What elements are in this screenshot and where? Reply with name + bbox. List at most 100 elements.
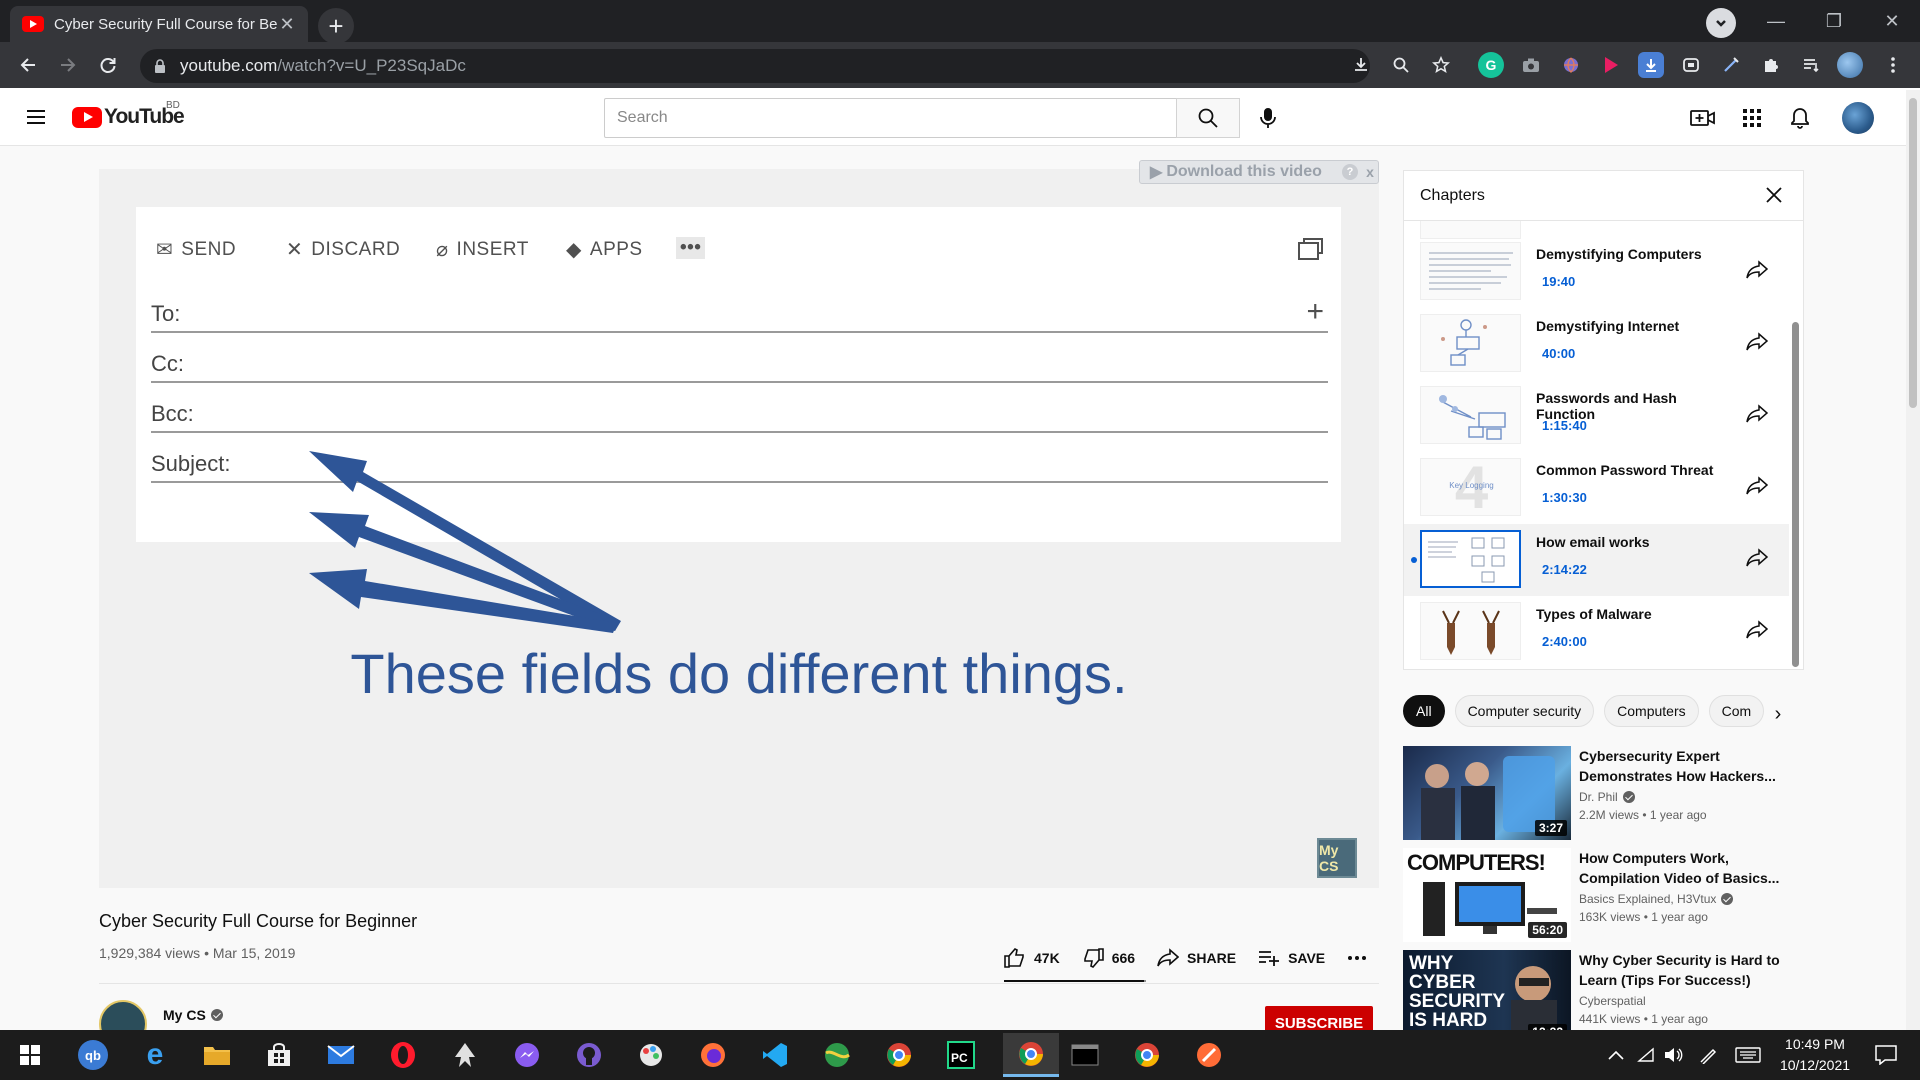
globe-extension-icon[interactable] <box>1558 52 1584 78</box>
recommendation-channel[interactable]: Dr. Phil <box>1579 790 1635 804</box>
chapter-item[interactable]: Types of Malware 2:40:00 <box>1404 596 1789 668</box>
search-button[interactable] <box>1176 98 1240 138</box>
chapter-time[interactable]: 2:40:00 <box>1542 634 1587 649</box>
account-avatar[interactable] <box>1842 102 1874 134</box>
share-chapter-icon[interactable] <box>1746 332 1768 352</box>
page-scrollbar-thumb[interactable] <box>1909 98 1917 408</box>
messenger-icon[interactable] <box>507 1037 547 1073</box>
chrome-ek-icon[interactable] <box>1127 1037 1167 1073</box>
share-chapter-icon[interactable] <box>1746 260 1768 280</box>
recommendation-title[interactable]: Cybersecurity Expert Demonstrates How Ha… <box>1579 746 1791 786</box>
chapter-time[interactable]: 2:14:22 <box>1542 562 1587 577</box>
save-button[interactable]: SAVE <box>1258 948 1325 968</box>
chip-computers[interactable]: Computers <box>1604 695 1699 727</box>
terminal-icon[interactable] <box>1065 1037 1105 1073</box>
paint-icon[interactable] <box>631 1037 671 1073</box>
voice-search-button[interactable] <box>1252 102 1284 134</box>
forward-arrow-icon[interactable] <box>48 45 88 85</box>
minimize-window-icon[interactable]: — <box>1752 6 1800 36</box>
restore-window-icon[interactable]: ❐ <box>1810 6 1858 36</box>
notifications-bell-icon[interactable] <box>1786 104 1814 132</box>
search-input[interactable] <box>604 98 1194 138</box>
back-arrow-icon[interactable] <box>8 45 48 85</box>
pen-tray-icon[interactable] <box>1688 1037 1728 1073</box>
github-icon[interactable] <box>569 1037 609 1073</box>
close-chapters-icon[interactable] <box>1765 186 1783 204</box>
recommendation-title[interactable]: How Computers Work, Compilation Video of… <box>1579 848 1791 888</box>
chrome-menu-icon[interactable] <box>1880 52 1906 78</box>
reload-icon[interactable] <box>88 45 128 85</box>
channel-watermark[interactable]: My CS <box>1317 838 1357 878</box>
download-extension-icon[interactable] <box>1638 52 1664 78</box>
notification-center-icon[interactable] <box>1866 1037 1906 1073</box>
play-extension-icon[interactable] <box>1598 52 1624 78</box>
postman-icon[interactable] <box>1189 1037 1229 1073</box>
more-actions-button[interactable] <box>1347 955 1375 961</box>
share-chapter-icon[interactable] <box>1746 620 1768 640</box>
recommendation-thumbnail[interactable]: 3:27 <box>1403 746 1571 840</box>
pycharm-icon[interactable]: PC <box>941 1037 981 1073</box>
page-scrollbar[interactable] <box>1906 90 1920 1030</box>
dislike-button[interactable]: 666 <box>1082 948 1135 968</box>
edge-browser-icon[interactable]: e <box>135 1037 175 1073</box>
hamburger-menu-icon[interactable] <box>24 105 48 129</box>
taskbar-clock[interactable]: 10:49 PM 10/12/2021 <box>1770 1034 1860 1076</box>
recommendation-channel[interactable]: Basics Explained, H3Vtux <box>1579 892 1734 906</box>
new-tab-button[interactable]: + <box>318 8 354 44</box>
chapter-item[interactable]: 4 Key Logging Common Password Threat 1:3… <box>1404 452 1789 524</box>
recommendation-item[interactable]: COMPUTERS! 56:20 How Computers Work, Com… <box>1403 848 1803 942</box>
share-chapter-icon[interactable] <box>1746 476 1768 496</box>
share-chapter-icon[interactable] <box>1746 404 1768 424</box>
chapter-item-active[interactable]: How email works 2:14:22 <box>1404 524 1789 596</box>
create-video-icon[interactable] <box>1689 104 1717 132</box>
chapter-item[interactable]: Passwords and Hash Function 1:15:40 <box>1404 380 1789 452</box>
chip-truncated[interactable]: Com <box>1708 695 1765 727</box>
chip-computer-security[interactable]: Computer security <box>1454 695 1595 727</box>
zoom-icon[interactable] <box>1388 52 1414 78</box>
chrome-active-icon[interactable] <box>1003 1033 1059 1077</box>
camera-extension-icon[interactable] <box>1518 52 1544 78</box>
recommendation-item[interactable]: 3:27 Cybersecurity Expert Demonstrates H… <box>1403 746 1803 840</box>
chapter-time[interactable]: 1:30:30 <box>1542 490 1587 505</box>
recommendation-title[interactable]: Why Cyber Security is Hard to Learn (Tip… <box>1579 950 1791 990</box>
recommendation-thumbnail[interactable]: COMPUTERS! 56:20 <box>1403 848 1571 942</box>
mail-icon[interactable] <box>321 1037 361 1073</box>
browser-tab[interactable]: Cyber Security Full Course for Be ✕ <box>10 6 308 42</box>
inkscape-icon[interactable] <box>445 1037 485 1073</box>
pen-extension-icon[interactable] <box>1718 52 1744 78</box>
download-help-icon[interactable]: ? <box>1342 164 1358 180</box>
youtube-logo[interactable]: YouTube BD <box>72 100 185 129</box>
download-close-icon[interactable]: x <box>1362 164 1378 180</box>
video-player[interactable]: ✉ SEND ✕ DISCARD ⌀ INSERT ◆ APPS ••• To: + Cc… <box>99 169 1379 888</box>
vscode-icon[interactable] <box>755 1037 795 1073</box>
opera-browser-icon[interactable] <box>383 1037 423 1073</box>
chapter-item[interactable]: Demystifying Internet 40:00 <box>1404 308 1789 380</box>
chapter-time[interactable]: 19:40 <box>1542 274 1575 289</box>
install-app-icon[interactable] <box>1348 52 1374 78</box>
recommendation-channel[interactable]: Cyberspatial <box>1579 994 1646 1008</box>
windows-start-icon[interactable] <box>10 1037 50 1073</box>
chrome-profile-icon[interactable] <box>879 1037 919 1073</box>
chapter-time[interactable]: 1:15:40 <box>1542 418 1587 433</box>
grammarly-extension-icon[interactable]: G <box>1478 52 1504 78</box>
globe-app-icon[interactable] <box>817 1037 857 1073</box>
extensions-puzzle-icon[interactable] <box>1758 52 1784 78</box>
address-bar[interactable]: youtube.com/watch?v=U_P23SqJaDc <box>140 49 1370 83</box>
download-video-button[interactable]: ▶ Download this video ? x <box>1139 160 1379 184</box>
share-chapter-icon[interactable] <box>1746 548 1768 568</box>
keyboard-icon[interactable] <box>1728 1037 1768 1073</box>
chapters-scrollbar[interactable] <box>1792 322 1799 667</box>
window-extension-icon[interactable] <box>1678 52 1704 78</box>
apps-grid-icon[interactable] <box>1738 104 1766 132</box>
profile-avatar-icon[interactable] <box>1837 52 1863 78</box>
chapter-item[interactable]: Demystifying Computers 19:40 <box>1404 236 1789 308</box>
tab-close-icon[interactable]: ✕ <box>278 14 296 35</box>
qb-app-icon[interactable]: qb <box>73 1037 113 1073</box>
chapter-time[interactable]: 40:00 <box>1542 346 1575 361</box>
reading-list-icon[interactable] <box>1798 52 1824 78</box>
firefox-icon[interactable] <box>693 1037 733 1073</box>
store-icon[interactable] <box>259 1037 299 1073</box>
file-explorer-icon[interactable] <box>197 1037 237 1073</box>
bookmark-star-icon[interactable] <box>1428 52 1454 78</box>
chip-all[interactable]: All <box>1403 695 1445 727</box>
